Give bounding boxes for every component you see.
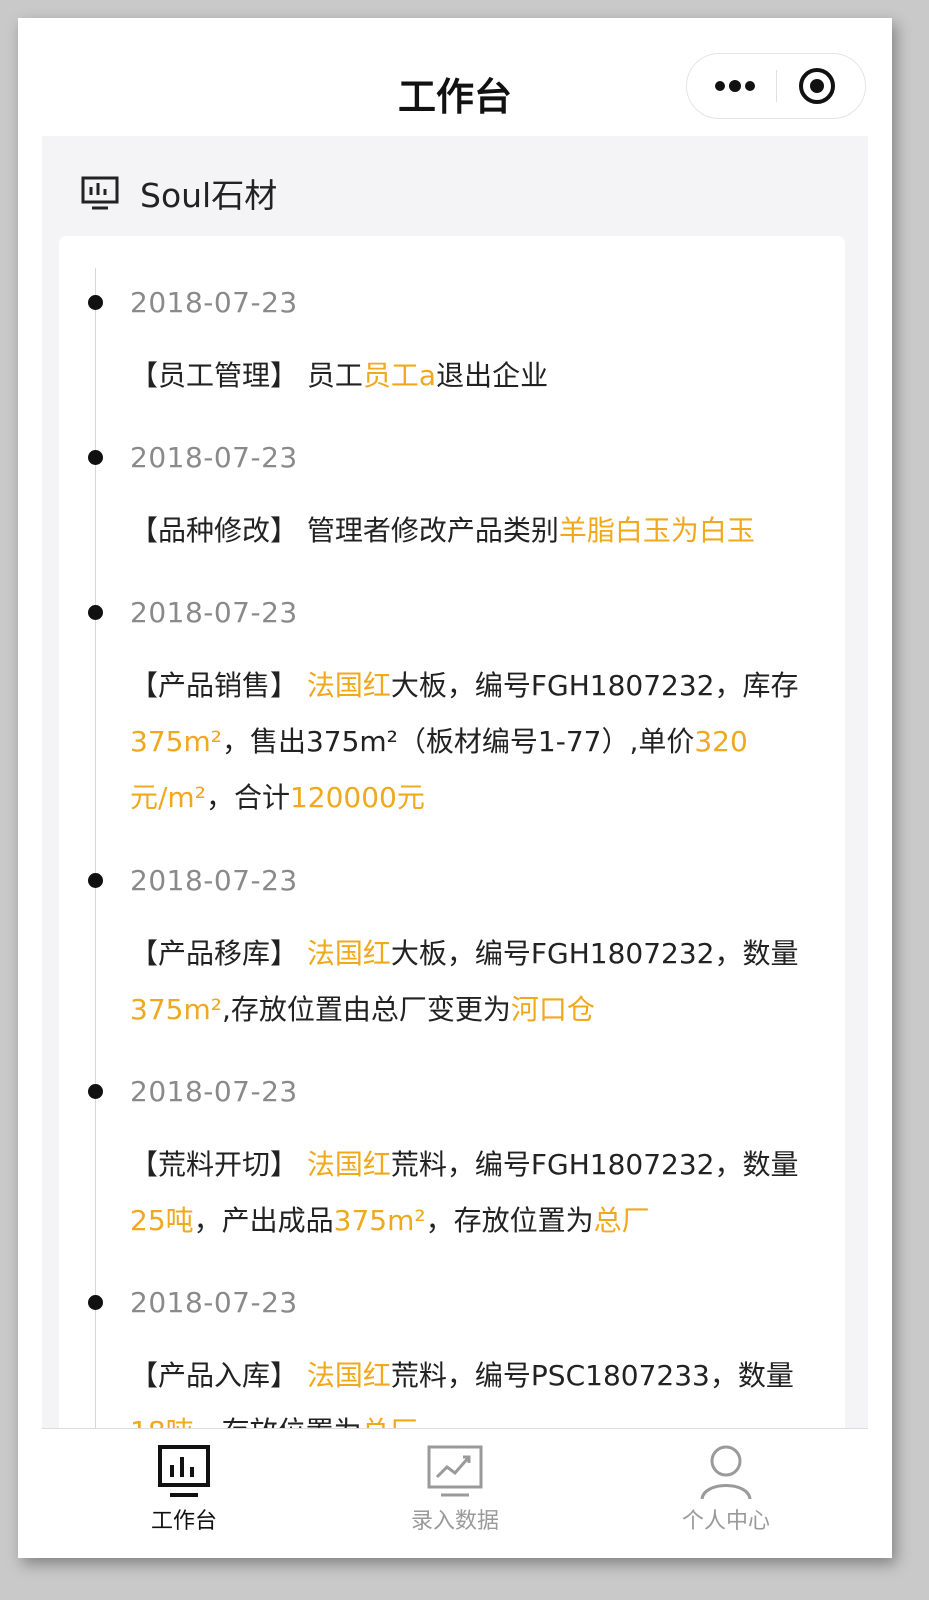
company-header: Soul石材 <box>80 168 277 218</box>
mini-program-capsule <box>686 53 866 119</box>
main-content: Soul石材 2018-07-23 【员工管理】 员工员工a退出企业 2018-07… <box>42 136 868 1456</box>
description-text: 荒料，编号FGH1807232，数量 <box>390 1148 799 1181</box>
company-name: Soul石材 <box>140 176 278 215</box>
description-text: 【产品销售】 <box>130 669 307 702</box>
capsule-divider <box>776 70 777 102</box>
timeline-dot <box>88 450 103 465</box>
phone-screenshot-frame: 工作台 Soul石材 2018-07-23 【员工管理】 员工员工a退出企业 2… <box>18 18 892 1558</box>
timeline-date: 2018-07-23 <box>130 1075 298 1108</box>
navigation-bar: 工作台 <box>18 18 892 136</box>
tab-input-data[interactable]: 录入数据 <box>355 1429 555 1558</box>
tab-label-input-data: 录入数据 <box>410 1509 499 1534</box>
timeline-date: 2018-07-23 <box>130 441 298 474</box>
timeline-date: 2018-07-23 <box>130 286 298 319</box>
timeline-line <box>95 268 96 1456</box>
description-text: ，存放位置为 <box>425 1204 594 1237</box>
highlight-text: 员工a <box>362 359 437 392</box>
target-circle-icon[interactable] <box>797 66 837 106</box>
timeline-dot <box>88 1084 103 1099</box>
highlight-text: 25吨 <box>130 1204 194 1237</box>
highlight-text: 河口仓 <box>510 993 595 1026</box>
timeline-date: 2018-07-23 <box>130 1286 298 1319</box>
timeline-description: 【产品移库】 法国红大板，编号FGH1807232，数量 375m²,存放位置由总… <box>130 926 820 1038</box>
tab-personal-center[interactable]: 个人中心 <box>626 1429 826 1558</box>
timeline-dot <box>88 873 103 888</box>
tab-workbench[interactable]: 工作台 <box>84 1429 284 1558</box>
description-text: 荒料，编号PSC1807233，数量 <box>390 1359 794 1392</box>
person-icon <box>700 1445 752 1500</box>
trend-chart-icon <box>427 1445 483 1497</box>
tab-label-workbench: 工作台 <box>150 1509 217 1534</box>
highlight-text: 总厂 <box>593 1204 650 1237</box>
description-text: 【品种修改】 管理者修改产品类别 <box>130 514 559 547</box>
description-text: ，合计 <box>205 781 290 814</box>
description-text: 大板，编号FGH1807232，库存 <box>390 669 799 702</box>
description-text: 【员工管理】 员工 <box>130 359 363 392</box>
tab-label-personal-center: 个人中心 <box>681 1509 770 1534</box>
description-text: 大板，编号FGH1807232，数量 <box>390 937 799 970</box>
description-text: ，产出成品 <box>193 1204 334 1237</box>
dashboard-chart-icon <box>158 1445 210 1497</box>
timeline-dot <box>88 1295 103 1310</box>
timeline-dot <box>88 295 103 310</box>
highlight-text: 法国红 <box>306 937 391 970</box>
description-text: 退出企业 <box>436 359 549 392</box>
highlight-text: 120000元 <box>289 781 425 814</box>
highlight-text: 羊脂白玉为白玉 <box>558 514 755 547</box>
highlight-text: 法国红 <box>306 1148 391 1181</box>
description-text: 【荒料开切】 <box>130 1148 307 1181</box>
highlight-text: 375m² <box>130 993 222 1026</box>
description-text: ，售出375m²（板材编号1-77）,单价 <box>221 725 695 758</box>
description-text: ,存放位置由总厂变更为 <box>221 993 511 1026</box>
description-text: 【产品移库】 <box>130 937 307 970</box>
chart-board-icon <box>81 176 119 210</box>
timeline-description: 【荒料开切】 法国红荒料，编号FGH1807232，数量 25吨，产出成品375m… <box>130 1137 820 1249</box>
description-text: 【产品入库】 <box>130 1359 307 1392</box>
timeline-description: 【员工管理】 员工员工a退出企业 <box>130 348 820 404</box>
timeline-description: 【产品销售】 法国红大板，编号FGH1807232，库存 375m²，售出375m… <box>130 658 820 826</box>
highlight-text: 法国红 <box>306 1359 391 1392</box>
more-dots-icon[interactable] <box>709 68 761 104</box>
timeline-date: 2018-07-23 <box>130 596 298 629</box>
highlight-text: 法国红 <box>306 669 391 702</box>
timeline-date: 2018-07-23 <box>130 864 298 897</box>
timeline-dot <box>88 605 103 620</box>
highlight-text: 375m² <box>130 725 222 758</box>
timeline-description: 【品种修改】 管理者修改产品类别羊脂白玉为白玉 <box>130 503 820 559</box>
bottom-tab-bar: 工作台 录入数据 个人中心 <box>42 1428 868 1558</box>
highlight-text: 375m² <box>333 1204 426 1237</box>
activity-timeline-card: 2018-07-23 【员工管理】 员工员工a退出企业 2018-07-23 【品种修… <box>59 236 845 1456</box>
